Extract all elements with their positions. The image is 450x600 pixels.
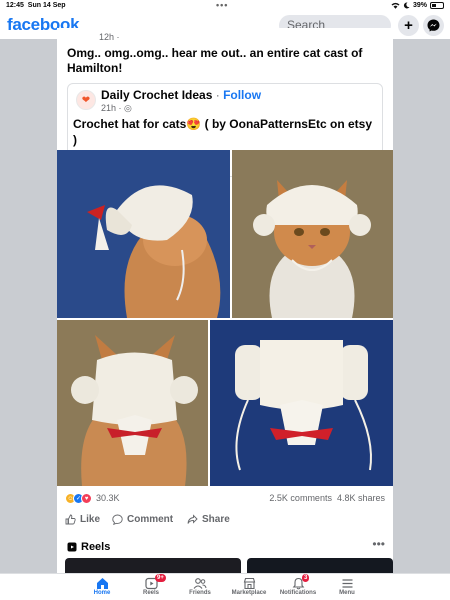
battery-icon (430, 2, 444, 9)
share-arrow-icon (187, 514, 198, 524)
shares-count[interactable]: 4.8K shares (337, 493, 385, 503)
reels-title: Reels (81, 541, 111, 553)
plus-icon: + (404, 17, 413, 34)
bottom-tab-bar: Home 9+ Reels Friends Marketplace 3 Noti… (0, 573, 450, 600)
reels-section: Reels ••• (57, 533, 393, 575)
multitask-dots[interactable]: ••• (216, 0, 228, 10)
home-icon (96, 577, 108, 589)
share-label: Share (202, 514, 230, 525)
menu-icon (342, 578, 352, 588)
reaction-count[interactable]: 30.3K (96, 493, 120, 503)
shared-time: 21h · ◎ (101, 103, 132, 113)
post-text: Omg.. omg..omg.. hear me out.. an entire… (67, 46, 363, 75)
follow-button[interactable]: Follow (223, 88, 261, 102)
create-button[interactable]: + (398, 15, 419, 36)
separator-dot: · (215, 88, 220, 102)
reels-header: Reels (67, 541, 110, 553)
comment-label: Comment (127, 514, 174, 525)
photo-cat-front[interactable] (232, 150, 393, 318)
status-bar: 12:45 Sun 14 Sep ••• 39% (0, 0, 450, 12)
reels-section-icon (67, 542, 77, 552)
globe-icon: ◎ (124, 103, 132, 113)
photo-grid (57, 150, 393, 486)
status-right: 39% (391, 2, 444, 9)
page-avatar[interactable]: ❤ (76, 90, 96, 110)
tab-menu[interactable]: Menu (317, 576, 377, 596)
reels-badge: 9+ (155, 574, 166, 582)
tab-label: Menu (339, 590, 355, 596)
thumbs-up-icon (65, 514, 76, 525)
battery-percent: 39% (412, 2, 427, 9)
love-reaction-icon: ♥ (81, 493, 92, 504)
notifications-badge: 3 (302, 574, 310, 582)
comments-shares-count[interactable]: 2.5K comments 4.8K shares (269, 493, 385, 503)
comment-button[interactable]: Comment (112, 514, 173, 525)
wifi-icon (391, 2, 400, 9)
status-time: 12:45 Sun 14 Sep (6, 2, 66, 9)
page-name[interactable]: Daily Crochet Ideas (101, 88, 212, 102)
share-button[interactable]: Share (187, 514, 230, 525)
photo-cat-back[interactable] (57, 320, 208, 486)
like-label: Like (80, 514, 101, 525)
post-time: 12h · (99, 32, 120, 42)
friends-icon (193, 577, 207, 589)
status-date: Sun 14 Sep (27, 2, 66, 9)
messenger-button[interactable] (423, 15, 444, 36)
like-button[interactable]: Like (65, 514, 100, 525)
marketplace-icon (243, 577, 255, 589)
comment-icon (112, 514, 123, 525)
photo-cat-side[interactable] (57, 150, 230, 318)
reaction-icons: ☺ ✓ ♥ (65, 493, 92, 504)
post-actions: Like Comment Share (57, 514, 393, 534)
moon-icon (403, 2, 410, 9)
shared-text: Crochet hat for cats😍 ( by OonaPatternsE… (73, 117, 373, 147)
reactions-summary[interactable]: ☺ ✓ ♥ 30.3K 2.5K comments 4.8K shares (65, 492, 385, 506)
reels-more-icon[interactable]: ••• (372, 537, 385, 551)
feed-post: 12h · Omg.. omg..omg.. hear me out.. an … (57, 28, 393, 540)
heart-icon: ❤ (81, 94, 91, 106)
messenger-icon (427, 19, 440, 32)
photo-hat-flat[interactable] (210, 320, 393, 486)
